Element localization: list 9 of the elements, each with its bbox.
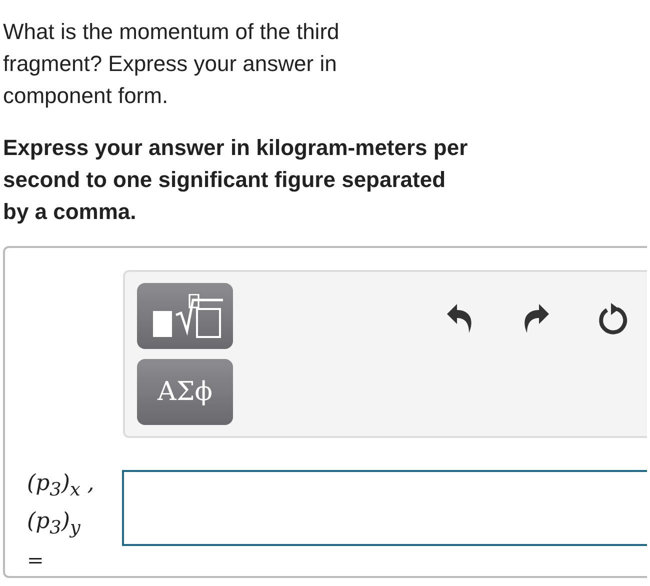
answer-label: (p$_{3}$)$_{y}$ bbox=[27, 508, 82, 541]
answer-label: (p$_{3}$)$_{x}$ , bbox=[27, 470, 96, 502]
instruction-text: Express your answer in kilogram-meters per second to one significant figure separated by a comma. bbox=[3, 134, 469, 226]
reset-icon[interactable] bbox=[597, 302, 629, 336]
answer-input-field[interactable] bbox=[122, 470, 647, 546]
greek-symbols-button[interactable]: ΑΣϕ bbox=[137, 359, 233, 425]
template-button[interactable] bbox=[137, 283, 233, 349]
question-text: What is the momentum of the third fragment? Express your answer in component form. bbox=[3, 18, 340, 110]
answer-label: = bbox=[27, 546, 45, 574]
